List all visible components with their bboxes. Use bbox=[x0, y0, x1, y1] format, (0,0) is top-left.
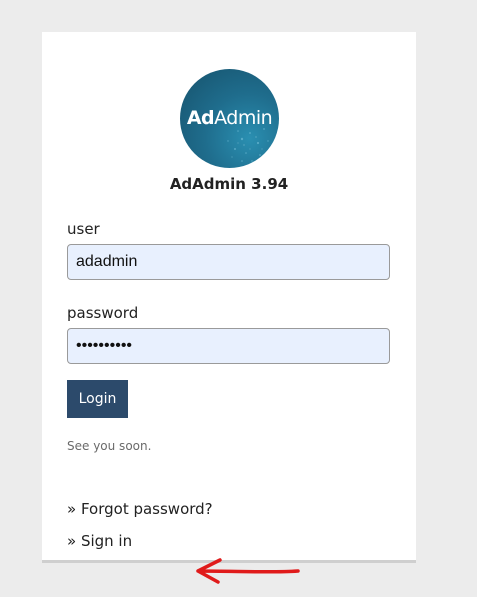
red-arrow-annotation bbox=[196, 558, 300, 584]
adadmin-logo: AdAdmin bbox=[180, 69, 279, 168]
user-input[interactable] bbox=[67, 244, 390, 280]
forgot-password-link[interactable]: » Forgot password? bbox=[67, 499, 213, 519]
user-label: user bbox=[67, 220, 100, 238]
sign-in-link[interactable]: » Sign in bbox=[67, 531, 132, 551]
logo-text-bold: Ad bbox=[186, 107, 215, 129]
password-label: password bbox=[67, 304, 139, 322]
login-button[interactable]: Login bbox=[67, 380, 128, 418]
login-card: AdAdmin AdAdmin 3.94 user password Login… bbox=[42, 32, 416, 584]
password-input[interactable] bbox=[67, 328, 390, 364]
logo-wordmark: AdAdmin bbox=[180, 106, 279, 130]
farewell-note: See you soon. bbox=[67, 439, 152, 453]
logo-text-regular: Admin bbox=[214, 107, 273, 129]
app-title: AdAdmin 3.94 bbox=[169, 175, 289, 193]
